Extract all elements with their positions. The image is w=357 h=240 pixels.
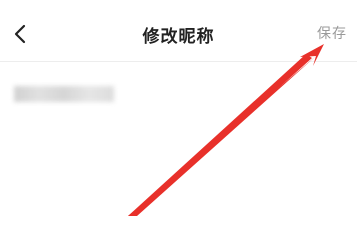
page-title: 修改昵称 [142,27,215,47]
blurred-nickname-value [14,86,114,102]
header-divider [0,61,357,62]
back-button[interactable] [6,20,34,48]
chevron-left-icon [14,24,26,44]
save-button[interactable]: 保存 [317,23,347,43]
edit-nickname-screen: 修改昵称 保存 [0,0,357,216]
nickname-input[interactable] [14,78,314,114]
top-navigation-bar: 修改昵称 保存 [0,0,357,62]
